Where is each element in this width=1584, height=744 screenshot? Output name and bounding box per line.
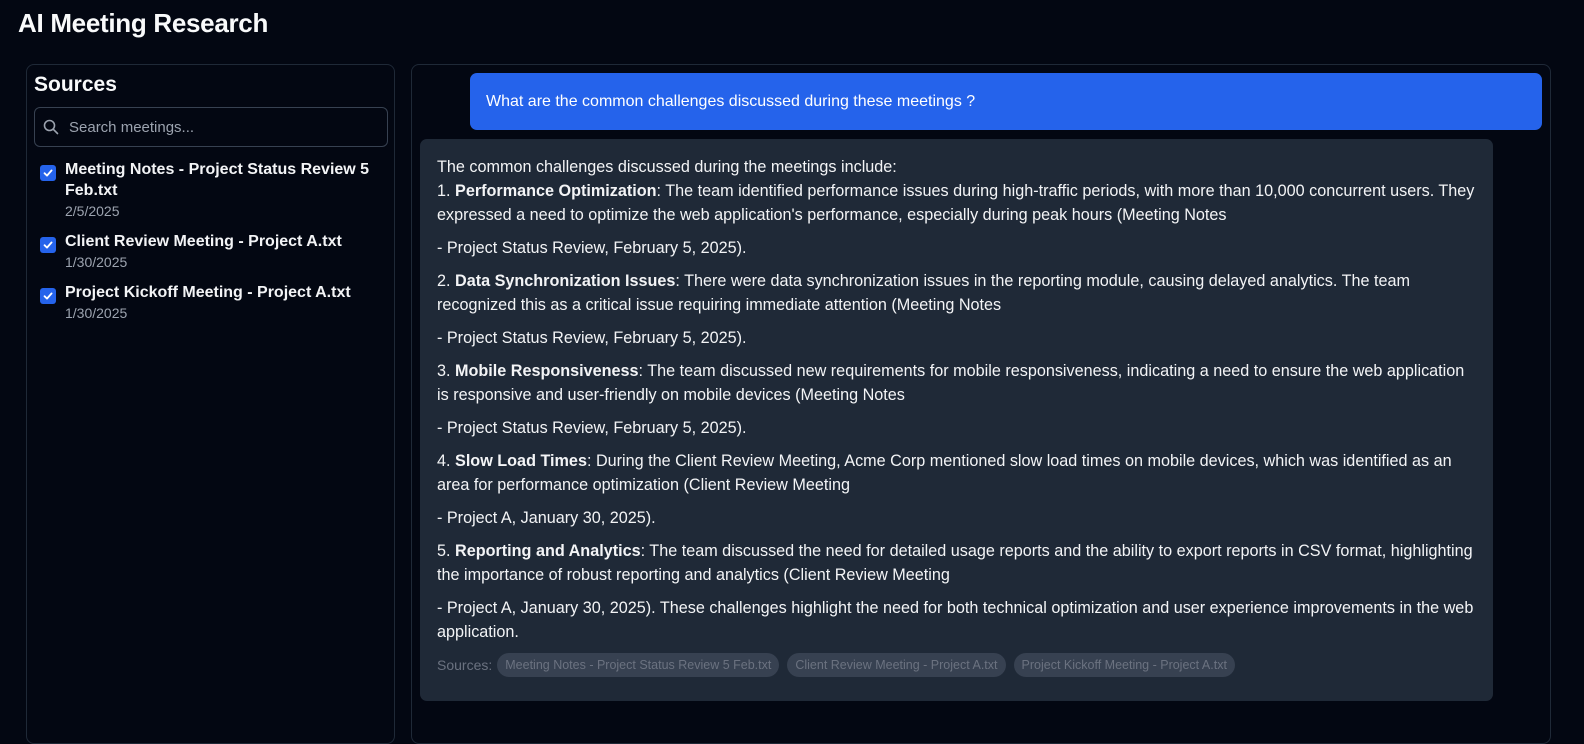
point-citation: - Project A, January 30, 2025).: [437, 509, 656, 527]
point-number: 5.: [437, 542, 451, 560]
source-chip[interactable]: Project Kickoff Meeting - Project A.txt: [1013, 653, 1235, 677]
source-date: 2/5/2025: [65, 203, 120, 219]
answer-sources: Sources: Meeting Notes - Project Status …: [437, 653, 1477, 677]
source-name: Project Kickoff Meeting - Project A.txt: [65, 284, 351, 301]
point-citation: - Project Status Review, February 5, 202…: [437, 239, 747, 257]
point-title: Reporting and Analytics: [455, 542, 641, 560]
point-title: Slow Load Times: [455, 452, 587, 470]
checkmark-icon: [43, 292, 53, 300]
point-number: 4.: [437, 452, 451, 470]
source-checkbox[interactable]: [40, 237, 56, 253]
point-citation: - Project A, January 30, 2025). These ch…: [437, 599, 1474, 641]
chat-panel: What are the common challenges discussed…: [411, 64, 1551, 744]
answer-point: 1. Performance Optimization: The team id…: [437, 179, 1477, 260]
sidebar-title: Sources: [34, 73, 117, 96]
point-title: Data Synchronization Issues: [455, 272, 676, 290]
point-citation: - Project Status Review, February 5, 202…: [437, 419, 747, 437]
source-checkbox[interactable]: [40, 165, 56, 181]
source-name: Client Review Meeting - Project A.txt: [65, 233, 342, 250]
answer-point: 4. Slow Load Times: During the Client Re…: [437, 449, 1477, 530]
answer-point: 3. Mobile Responsiveness: The team discu…: [437, 359, 1477, 440]
answer-intro: The common challenges discussed during t…: [437, 158, 897, 176]
point-title: Performance Optimization: [455, 182, 657, 200]
source-date: 1/30/2025: [65, 305, 128, 321]
sources-label: Sources:: [437, 657, 493, 673]
point-citation: - Project Status Review, February 5, 202…: [437, 329, 747, 347]
source-chip[interactable]: Meeting Notes - Project Status Review 5 …: [497, 653, 780, 677]
source-date: 1/30/2025: [65, 254, 128, 270]
sources-sidebar: Sources Meeting Notes - Project Status R…: [26, 64, 395, 744]
source-item[interactable]: Client Review Meeting - Project A.txt 1/…: [34, 231, 387, 270]
answer-point: 2. Data Synchronization Issues: There we…: [437, 269, 1477, 350]
source-checkbox[interactable]: [40, 288, 56, 304]
checkmark-icon: [43, 241, 53, 249]
checkmark-icon: [43, 169, 53, 177]
source-item[interactable]: Meeting Notes - Project Status Review 5 …: [34, 159, 387, 219]
point-number: 3.: [437, 362, 451, 380]
source-name: Meeting Notes - Project Status Review 5 …: [65, 161, 370, 199]
app-title: AI Meeting Research: [18, 8, 269, 38]
user-message: What are the common challenges discussed…: [470, 73, 1542, 130]
assistant-message: The common challenges discussed during t…: [420, 139, 1493, 701]
source-chip[interactable]: Client Review Meeting - Project A.txt: [787, 653, 1006, 677]
answer-point: 5. Reporting and Analytics: The team dis…: [437, 539, 1477, 644]
point-number: 1.: [437, 182, 451, 200]
point-title: Mobile Responsiveness: [455, 362, 639, 380]
point-text: : During the Client Review Meeting, Acme…: [437, 452, 1452, 494]
search-box[interactable]: [34, 107, 388, 147]
search-icon: [43, 118, 61, 136]
source-list: Meeting Notes - Project Status Review 5 …: [34, 159, 387, 321]
source-item[interactable]: Project Kickoff Meeting - Project A.txt …: [34, 282, 387, 321]
point-number: 2.: [437, 272, 451, 290]
search-input[interactable]: [69, 118, 369, 136]
